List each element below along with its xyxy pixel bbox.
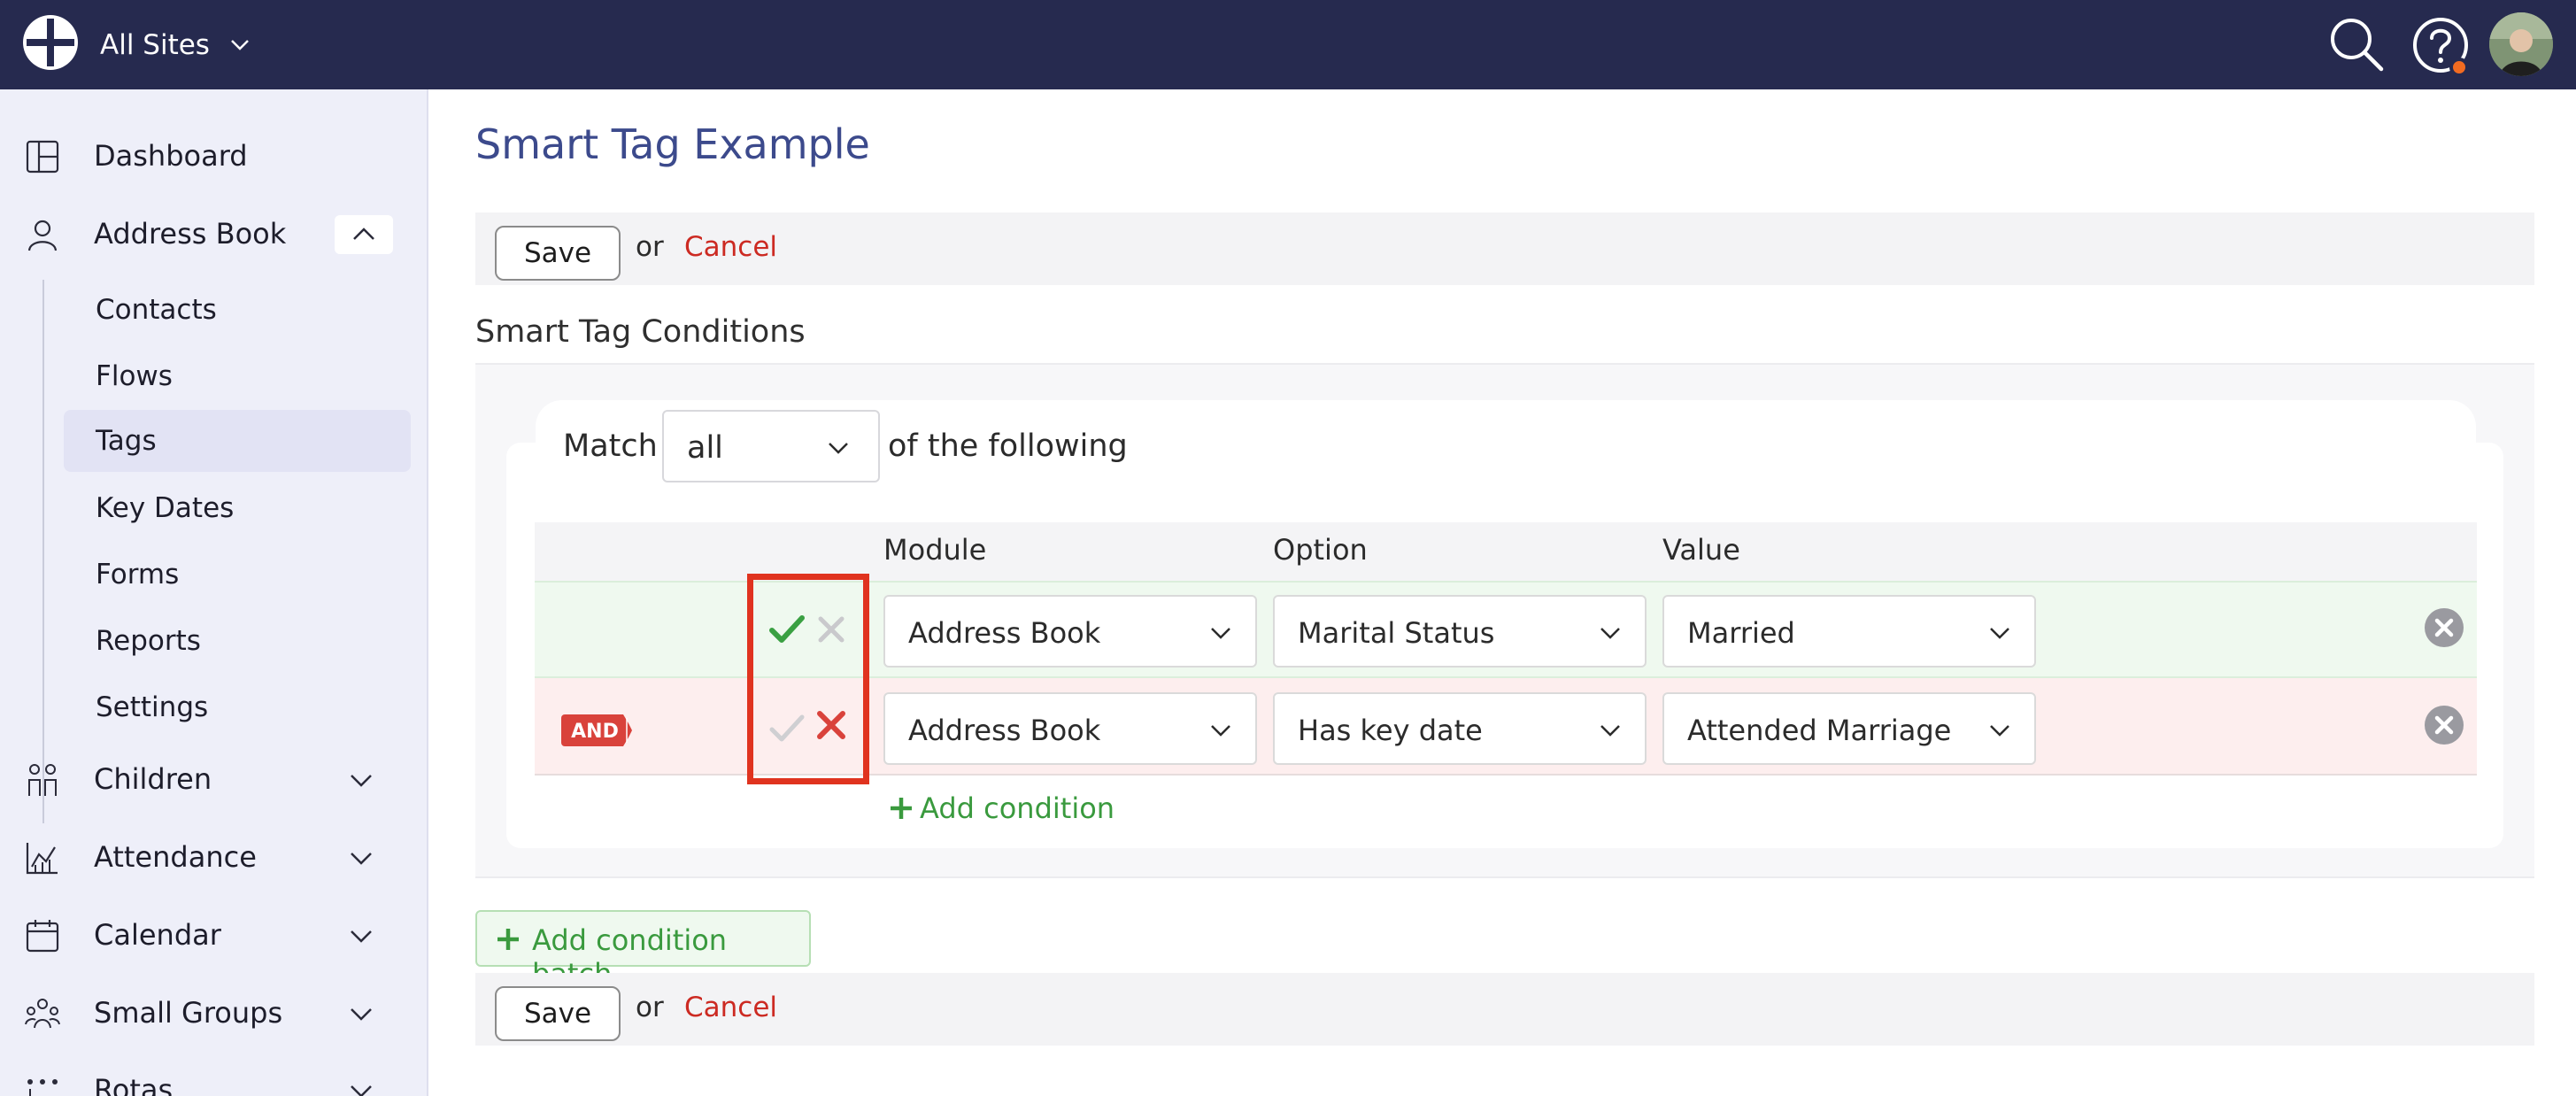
children-icon (28, 764, 57, 796)
chevron-down-icon (351, 1085, 372, 1096)
sidebar-subitem-label: Reports (96, 625, 201, 657)
chevron-down-icon (351, 775, 372, 787)
following-label: of the following (888, 428, 1128, 464)
chart-icon (26, 843, 58, 875)
sidebar-item-small-groups[interactable]: Small Groups (0, 982, 428, 1044)
calendar-icon (26, 920, 59, 953)
value-select[interactable]: Married (1662, 595, 2036, 668)
column-header-value: Value (1662, 533, 1740, 567)
tree-line (42, 280, 44, 823)
chevron-down-icon (1600, 628, 1620, 639)
chevron-down-icon (1600, 725, 1620, 737)
and-connector-label: AND (571, 721, 619, 743)
rotas-icon (27, 1079, 58, 1096)
match-label: Match (563, 428, 658, 464)
sidebar-item-address-book[interactable]: Address Book (0, 203, 428, 265)
site-selector-label: All Sites (100, 29, 210, 61)
save-button[interactable]: Save (495, 226, 621, 281)
value-select-value: Married (1687, 616, 1795, 650)
sidebar-subitem-label: Tags (96, 425, 157, 457)
site-selector[interactable]: All Sites (100, 25, 252, 66)
module-select-value: Address Book (908, 616, 1101, 650)
bottom-action-bar: Save or Cancel (475, 973, 2534, 1046)
sidebar-item-label: Rotas (94, 1073, 174, 1096)
notification-dot (2449, 58, 2469, 77)
sidebar-item-attendance[interactable]: Attendance (0, 826, 428, 888)
sidebar-item-label: Address Book (94, 217, 287, 251)
sidebar-item-children[interactable]: Children (0, 748, 428, 810)
option-select[interactable]: Marital Status (1273, 595, 1647, 668)
option-select-value: Marital Status (1298, 616, 1495, 650)
column-header-module: Module (883, 533, 987, 567)
chevron-down-icon (1990, 628, 2009, 639)
sidebar-item-reports[interactable]: Reports (64, 610, 411, 672)
add-condition-batch-button[interactable]: Add condition batch (475, 910, 811, 991)
chevron-down-icon (1211, 628, 1230, 639)
module-select[interactable]: Address Book (883, 595, 1257, 668)
chevron-down-icon (1211, 725, 1230, 737)
module-select[interactable]: Address Book (883, 692, 1257, 765)
chevron-down-icon (351, 853, 372, 865)
highlight-annotation (747, 574, 869, 784)
match-select-value: all (687, 430, 723, 466)
match-select[interactable]: all (662, 410, 880, 482)
and-connector-badge[interactable]: AND (561, 714, 632, 746)
cancel-link[interactable]: Cancel (684, 992, 777, 1023)
sidebar-item-flows[interactable]: Flows (64, 345, 411, 407)
module-select-value: Address Book (908, 714, 1101, 747)
option-select-value: Has key date (1298, 714, 1483, 747)
add-condition-label: Add condition (920, 791, 1115, 825)
remove-condition-icon[interactable] (2424, 705, 2464, 745)
person-icon (27, 220, 58, 251)
chevron-down-icon (829, 443, 848, 454)
groups-icon (25, 999, 60, 1029)
sidebar-item-contacts[interactable]: Contacts (64, 279, 411, 341)
option-select[interactable]: Has key date (1273, 692, 1647, 765)
chevron-down-icon (1990, 725, 2009, 737)
chevron-down-icon (351, 1008, 372, 1021)
sidebar-subitem-label: Forms (96, 559, 180, 590)
sidebar-item-dashboard[interactable]: Dashboard (0, 125, 428, 187)
section-title: Smart Tag Conditions (475, 314, 806, 350)
or-text: or (636, 231, 664, 263)
chevron-down-icon (231, 40, 249, 50)
column-header-option: Option (1273, 533, 1368, 567)
value-select[interactable]: Attended Marriage Co (1662, 692, 2036, 765)
search-icon[interactable] (2328, 16, 2385, 73)
sidebar-item-key-dates[interactable]: Key Dates (64, 477, 411, 539)
page-title: Smart Tag Example (475, 120, 870, 168)
sidebar-item-rotas[interactable]: Rotas (0, 1059, 428, 1096)
sidebar-item-tags[interactable]: Tags (64, 410, 411, 472)
sidebar-subitem-label: Flows (96, 360, 173, 392)
dashboard-icon (26, 140, 59, 174)
remove-condition-icon[interactable] (2424, 607, 2464, 648)
add-condition-link[interactable]: Add condition (888, 791, 1114, 826)
collapse-address-book-button[interactable] (335, 215, 393, 254)
avatar[interactable] (2489, 12, 2553, 76)
cancel-link[interactable]: Cancel (684, 231, 777, 263)
top-action-bar: Save or Cancel (475, 212, 2534, 285)
sidebar-item-settings[interactable]: Settings (64, 676, 411, 738)
sidebar-item-forms[interactable]: Forms (64, 544, 411, 606)
top-bar: All Sites (0, 0, 2576, 89)
conditions-table-header (535, 522, 2477, 581)
app-logo-icon[interactable] (21, 13, 80, 72)
sidebar-subitem-label: Key Dates (96, 492, 235, 524)
save-button[interactable]: Save (495, 986, 621, 1041)
sidebar-subitem-label: Settings (96, 691, 209, 723)
sidebar-item-calendar[interactable]: Calendar (0, 904, 428, 966)
plus-icon (497, 929, 519, 950)
sidebar-item-label: Calendar (94, 918, 221, 952)
plus-icon (891, 798, 912, 819)
sidebar-item-label: Attendance (94, 840, 257, 874)
or-text: or (636, 992, 664, 1023)
chevron-down-icon (351, 930, 372, 943)
sidebar-item-label: Children (94, 762, 212, 796)
sidebar-item-label: Dashboard (94, 139, 248, 173)
sidebar-item-label: Small Groups (94, 996, 283, 1030)
value-select-value: Attended Marriage Co (1687, 714, 1958, 747)
sidebar-subitem-label: Contacts (96, 294, 217, 326)
chevron-up-icon (353, 228, 374, 240)
sidebar: Dashboard Address Book Contacts Flows Ta… (0, 89, 428, 1096)
